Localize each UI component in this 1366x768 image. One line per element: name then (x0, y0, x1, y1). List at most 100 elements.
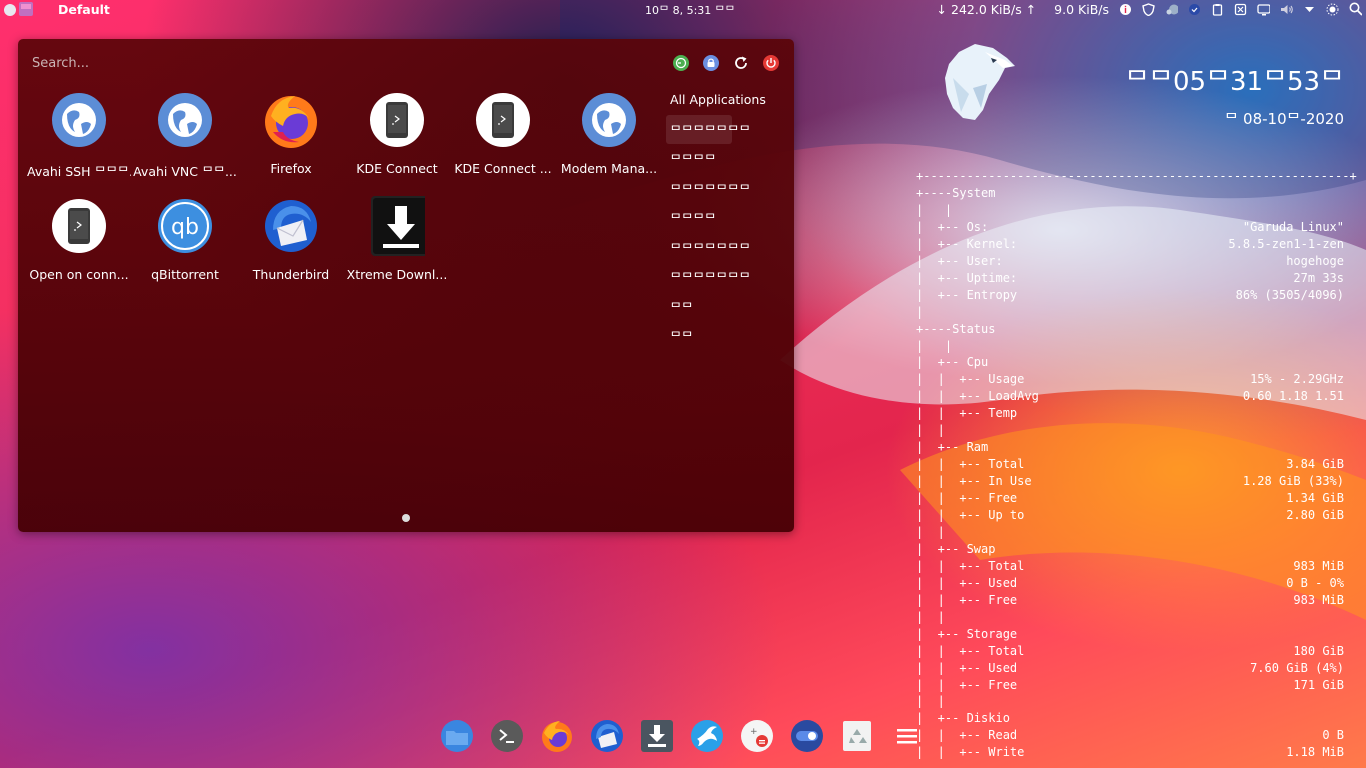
clock-date: ᄆ 08-10ᄆ-2020 (1224, 110, 1344, 128)
monitor-label: | +-- Cpu (916, 355, 989, 370)
category-item[interactable]: ᄆᄆ (666, 292, 786, 322)
volume-icon[interactable] (1280, 3, 1293, 16)
dock-downloader[interactable] (640, 719, 674, 753)
category-item[interactable]: ᄆᄆᄆᄆ (666, 203, 786, 233)
app-qbittorrent[interactable]: qb qBittorrent (132, 198, 238, 298)
monitor-line: | +-- Uptime: 27m 33s (916, 270, 1346, 287)
monitor-label: | | (916, 694, 945, 709)
monitor-line: | | +-- Read 0 B (916, 727, 1346, 744)
app-label: Firefox (270, 161, 312, 176)
category-all-applications[interactable]: All Applications (666, 85, 786, 115)
dock: + (440, 716, 924, 756)
monitor-label: | | +-- Up to (916, 508, 1025, 522)
dock-menu[interactable] (890, 719, 924, 753)
leave-button[interactable] (670, 52, 692, 74)
leave-icon (673, 55, 689, 71)
monitor-line: | | +-- Usage 15% - 2.29GHz (916, 371, 1346, 388)
app-label: Modem Mana... (560, 161, 658, 176)
category-item[interactable]: ᄆᄆ (666, 321, 786, 351)
app-launcher-button[interactable] (0, 0, 34, 18)
monitor-value: 0.60 1.18 1.51 (1242, 389, 1344, 404)
dock-swift[interactable] (690, 719, 724, 753)
brightness-icon[interactable] (1326, 3, 1339, 16)
steam-icon[interactable] (1165, 3, 1178, 16)
search-input[interactable] (32, 54, 432, 72)
globe-icon (157, 92, 213, 148)
monitor-value: 3.84 GiB (1286, 457, 1344, 472)
dock-thunderbird[interactable] (590, 719, 624, 753)
top-panel: Default 10ᄆ 8, 5:31 ᄆᄆ ↓ 242.0 KiB/s ↑ 9… (0, 0, 1366, 18)
monitor-label: | | +-- Read (916, 728, 1018, 743)
monitor-line: | | +-- Free 983 MiB (916, 592, 1346, 609)
monitor-label: | | +-- Total (916, 457, 1025, 472)
application-launcher: Avahi SSH ᄆᄆᄆ... Avahi VNC ᄆᄆ... Firefox… (18, 39, 794, 532)
menu-icon (897, 729, 917, 744)
app-label: KDE Connect (356, 161, 438, 176)
lock-button[interactable] (700, 52, 722, 74)
updates-icon[interactable] (1188, 3, 1201, 16)
monitor-line: | | +-- Free 1.34 GiB (916, 490, 1346, 507)
monitor-label: | | +-- LoadAvg (916, 389, 1039, 404)
monitor-label: | | +-- In Use (916, 474, 1032, 489)
dock-terminal[interactable] (490, 719, 524, 753)
info-icon[interactable] (1119, 3, 1132, 16)
network-speed[interactable]: ↓ 242.0 KiB/s ↑ 9.0 KiB/s (937, 2, 1109, 17)
monitor-line: | | +-- Free 171 GiB (916, 677, 1346, 694)
category-item[interactable]: ᄆᄆᄆᄆᄆᄆᄆ (666, 233, 786, 263)
monitor-line: | | +-- LoadAvg 0.60 1.18 1.51 (916, 388, 1346, 405)
terminal-icon (491, 720, 523, 752)
monitor-label: | +-- Uptime: (916, 270, 1018, 285)
dock-toggle[interactable] (790, 719, 824, 753)
page-indicator[interactable] (402, 514, 410, 522)
power-button[interactable] (760, 52, 782, 74)
category-item[interactable]: ᄆᄆᄆᄆᄆᄆᄆ (666, 114, 751, 144)
monitor-value: 983 MiB (1293, 558, 1344, 573)
monitor-label: | | (916, 423, 945, 438)
firefox-icon (263, 92, 319, 148)
app-label: Avahi SSH ᄆᄆᄆ... (27, 164, 131, 179)
panel-clock[interactable]: 10ᄆ 8, 5:31 ᄆᄆ (645, 2, 735, 18)
dock-calculator[interactable]: + (740, 719, 774, 753)
monitor-line: | | +-- In Use 1.28 GiB (33%) (916, 473, 1346, 490)
caret-down-icon[interactable] (1303, 3, 1316, 16)
search-icon[interactable] (1349, 2, 1362, 16)
monitor-value: 0 B (1322, 728, 1344, 743)
monitor-label: | | +-- Total (916, 643, 1025, 658)
app-kde-connect-sms[interactable]: KDE Connect ... (450, 92, 556, 192)
app-avahi-ssh[interactable]: Avahi SSH ᄆᄆᄆ... (26, 92, 132, 192)
category-list: All Applications ᄆᄆᄆᄆᄆᄆᄆ ᄆᄆᄆᄆ ᄆᄆᄆᄆᄆᄆᄆ ᄆᄆ… (666, 85, 786, 351)
app-open-on-connected[interactable]: Open on conn... (26, 198, 132, 298)
monitor-value: 15% - 2.29GHz (1250, 372, 1344, 387)
dock-file-manager[interactable] (440, 719, 474, 753)
monitor-label: | | +-- Temp (916, 406, 1018, 421)
folder-icon (441, 720, 473, 752)
app-firefox[interactable]: Firefox (238, 92, 344, 192)
category-item[interactable]: ᄆᄆᄆᄆ (666, 144, 786, 174)
workspace-label[interactable]: Default (58, 2, 110, 17)
kde-connect-tray-icon[interactable] (1234, 3, 1247, 16)
monitor-value: 86% (3505/4096) (1235, 287, 1344, 302)
category-item[interactable]: ᄆᄆᄆᄆᄆᄆᄆ (666, 262, 786, 292)
category-item[interactable]: ᄆᄆᄆᄆᄆᄆᄆ (666, 174, 786, 204)
monitor-value: 7.60 GiB (4%) (1250, 660, 1344, 675)
qbittorrent-icon: qb (157, 198, 213, 254)
monitor-label: | +-- Kernel: (916, 236, 1018, 251)
monitor-value: 983 MiB (1293, 592, 1344, 607)
app-avahi-vnc[interactable]: Avahi VNC ᄆᄆ... (132, 92, 238, 192)
app-kde-connect[interactable]: KDE Connect (344, 92, 450, 192)
monitor-line: | | +-- Temp (916, 405, 1346, 422)
eagle-logo-icon (945, 44, 1015, 120)
app-xtreme-download[interactable]: Xtreme Downl... (344, 196, 450, 298)
shield-icon[interactable] (1142, 2, 1155, 16)
dock-trash[interactable] (840, 719, 874, 753)
restart-button[interactable] (730, 52, 752, 74)
clipboard-icon[interactable] (1211, 3, 1224, 16)
app-modem-manager[interactable]: Modem Mana... (556, 92, 662, 192)
dock-firefox[interactable] (540, 719, 574, 753)
session-actions (670, 52, 782, 74)
app-thunderbird[interactable]: Thunderbird (238, 198, 344, 298)
display-icon[interactable] (1257, 3, 1270, 16)
monitor-line: | | (916, 202, 1346, 219)
monitor-line: | +-- Entropy 86% (3505/4096) (916, 287, 1346, 304)
monitor-value: hogehoge (1286, 253, 1344, 268)
